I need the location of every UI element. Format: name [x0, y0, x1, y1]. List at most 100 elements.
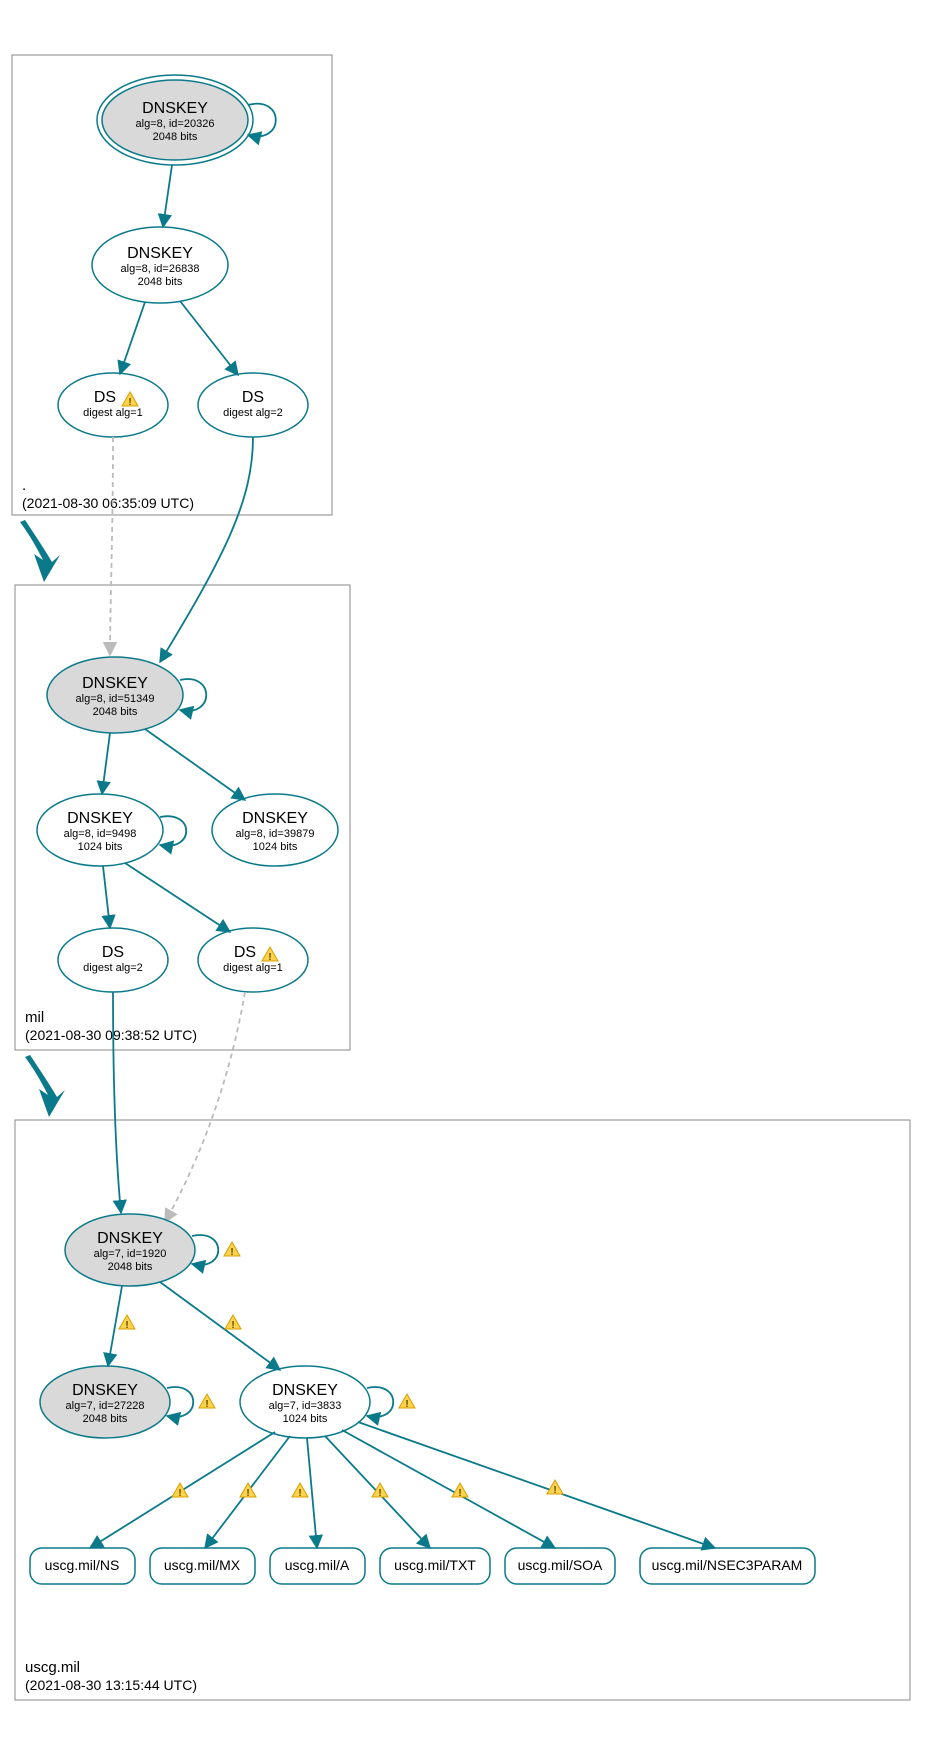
warning-icon: !: [399, 1394, 415, 1410]
node-rr-nsec3[interactable]: uscg.mil/NSEC3PARAM: [640, 1548, 815, 1584]
zone-uscg: uscg.mil (2021-08-30 13:15:44 UTC) DNSKE…: [15, 992, 910, 1700]
warning-icon: !: [119, 1315, 135, 1331]
svg-text:1024 bits: 1024 bits: [253, 841, 298, 853]
svg-text:alg=8, id=39879: alg=8, id=39879: [236, 828, 315, 840]
svg-text:2048 bits: 2048 bits: [138, 276, 183, 288]
svg-text:DNSKEY: DNSKEY: [127, 245, 193, 262]
svg-text:uscg.mil/MX: uscg.mil/MX: [164, 1557, 241, 1573]
edge-rootzsk-ds2: [180, 301, 238, 375]
svg-text:!: !: [205, 1399, 208, 1410]
svg-text:!: !: [553, 1485, 556, 1496]
svg-text:DS: DS: [94, 389, 116, 406]
svg-text:DNSKEY: DNSKEY: [272, 1382, 338, 1399]
node-rr-ns[interactable]: uscg.mil/NS: [30, 1548, 135, 1584]
svg-text:digest alg=1: digest alg=1: [223, 962, 283, 974]
warning-icon: !: [224, 1242, 240, 1258]
delegation-arrow-mil-uscg: [25, 1055, 65, 1117]
node-rr-a[interactable]: uscg.mil/A: [270, 1548, 365, 1584]
edge-milzsk1-ds2: [103, 866, 110, 928]
svg-text:!: !: [128, 397, 131, 408]
node-rr-txt[interactable]: uscg.mil/TXT: [380, 1548, 490, 1584]
node-mil-ksk[interactable]: DNSKEY alg=8, id=51349 2048 bits: [47, 657, 183, 733]
warning-icon: !: [172, 1483, 188, 1499]
edge-self-mil-zsk1: [160, 816, 186, 846]
zone-mil-timestamp: (2021-08-30 09:38:52 UTC): [25, 1027, 197, 1043]
svg-text:!: !: [125, 1320, 128, 1331]
node-uscg-zsk[interactable]: DNSKEY alg=7, id=3833 1024 bits: [240, 1366, 370, 1438]
edge-milksk-zsk2: [145, 729, 245, 800]
warning-icon: !: [452, 1483, 468, 1499]
zone-mil-name: mil: [25, 1009, 44, 1026]
warning-icon: !: [292, 1483, 308, 1499]
svg-text:!: !: [298, 1488, 301, 1499]
svg-text:DNSKEY: DNSKEY: [142, 100, 208, 117]
node-mil-ds1[interactable]: DS digest alg=1 !: [198, 928, 308, 992]
edge-self-uscg-ksk: [192, 1235, 218, 1265]
svg-text:uscg.mil/NSEC3PARAM: uscg.mil/NSEC3PARAM: [652, 1557, 803, 1573]
svg-text:alg=7, id=27228: alg=7, id=27228: [66, 1400, 145, 1412]
edge-ds1-milksk: [110, 437, 113, 655]
svg-text:digest alg=1: digest alg=1: [83, 407, 143, 419]
svg-text:alg=7, id=1920: alg=7, id=1920: [94, 1248, 167, 1260]
svg-text:1024 bits: 1024 bits: [78, 841, 123, 853]
svg-text:1024 bits: 1024 bits: [283, 1413, 328, 1425]
svg-text:uscg.mil/TXT: uscg.mil/TXT: [394, 1557, 476, 1573]
node-mil-zsk1[interactable]: DNSKEY alg=8, id=9498 1024 bits: [37, 794, 163, 866]
node-mil-ds2[interactable]: DS digest alg=2: [58, 928, 168, 992]
edge-milksk-zsk1: [102, 733, 110, 794]
warning-icon: !: [547, 1480, 563, 1496]
svg-text:alg=8, id=26838: alg=8, id=26838: [121, 263, 200, 275]
node-rr-mx[interactable]: uscg.mil/MX: [150, 1548, 255, 1584]
zone-uscg-name: uscg.mil: [25, 1659, 80, 1676]
svg-text:uscg.mil/NS: uscg.mil/NS: [45, 1557, 120, 1573]
svg-text:alg=7, id=3833: alg=7, id=3833: [269, 1400, 342, 1412]
svg-text:!: !: [268, 952, 271, 963]
warning-icon: !: [199, 1394, 215, 1410]
svg-text:DNSKEY: DNSKEY: [97, 1230, 163, 1247]
zone-mil: mil (2021-08-30 09:38:52 UTC) DNSKEY alg…: [15, 437, 350, 1050]
edge-zsk-a: [307, 1438, 317, 1548]
edge-milds2-uscgksk: [113, 992, 121, 1213]
svg-text:2048 bits: 2048 bits: [93, 706, 138, 718]
zone-root-name: .: [22, 477, 26, 494]
edge-self-uscg-zsk: [367, 1387, 393, 1417]
warning-icon: !: [225, 1315, 241, 1331]
svg-text:digest alg=2: digest alg=2: [83, 962, 143, 974]
svg-text:!: !: [230, 1247, 233, 1258]
edge-self-root-ksk: [248, 104, 276, 137]
svg-text:alg=8, id=20326: alg=8, id=20326: [136, 118, 215, 130]
edge-self-uscg-k2: [167, 1387, 193, 1417]
svg-text:alg=8, id=9498: alg=8, id=9498: [64, 828, 137, 840]
svg-text:digest alg=2: digest alg=2: [223, 407, 283, 419]
node-uscg-ksk[interactable]: DNSKEY alg=7, id=1920 2048 bits: [65, 1214, 195, 1286]
edge-ds2-milksk: [160, 437, 253, 662]
svg-text:DS: DS: [102, 944, 124, 961]
svg-text:!: !: [246, 1488, 249, 1499]
svg-text:alg=8, id=51349: alg=8, id=51349: [76, 693, 155, 705]
zone-root: . (2021-08-30 06:35:09 UTC) DNSKEY alg=8…: [12, 55, 332, 515]
zone-root-timestamp: (2021-08-30 06:35:09 UTC): [22, 495, 194, 511]
node-root-ksk[interactable]: DNSKEY alg=8, id=20326 2048 bits: [97, 75, 253, 165]
node-root-zsk[interactable]: DNSKEY alg=8, id=26838 2048 bits: [92, 227, 228, 303]
svg-text:uscg.mil/A: uscg.mil/A: [285, 1557, 350, 1573]
zone-uscg-timestamp: (2021-08-30 13:15:44 UTC): [25, 1677, 197, 1693]
svg-text:!: !: [405, 1399, 408, 1410]
edge-rootzsk-ds1: [120, 302, 145, 374]
node-rr-soa[interactable]: uscg.mil/SOA: [505, 1548, 615, 1584]
svg-text:DNSKEY: DNSKEY: [242, 810, 308, 827]
svg-text:!: !: [231, 1320, 234, 1331]
edge-uscgksk-zsk: [160, 1282, 280, 1370]
svg-text:DNSKEY: DNSKEY: [82, 675, 148, 692]
delegation-arrow-root-mil: [20, 520, 60, 582]
svg-text:DNSKEY: DNSKEY: [67, 810, 133, 827]
node-root-ds2[interactable]: DS digest alg=2: [198, 373, 308, 437]
node-mil-zsk2[interactable]: DNSKEY alg=8, id=39879 1024 bits: [212, 794, 338, 866]
svg-text:!: !: [378, 1488, 381, 1499]
node-uscg-k2[interactable]: DNSKEY alg=7, id=27228 2048 bits: [40, 1366, 170, 1438]
svg-text:DS: DS: [234, 944, 256, 961]
node-root-ds1[interactable]: DS digest alg=1 !: [58, 373, 168, 437]
svg-text:DS: DS: [242, 389, 264, 406]
warning-icon: !: [372, 1483, 388, 1499]
svg-text:2048 bits: 2048 bits: [153, 131, 198, 143]
dnssec-graph: . (2021-08-30 06:35:09 UTC) DNSKEY alg=8…: [0, 0, 927, 1762]
